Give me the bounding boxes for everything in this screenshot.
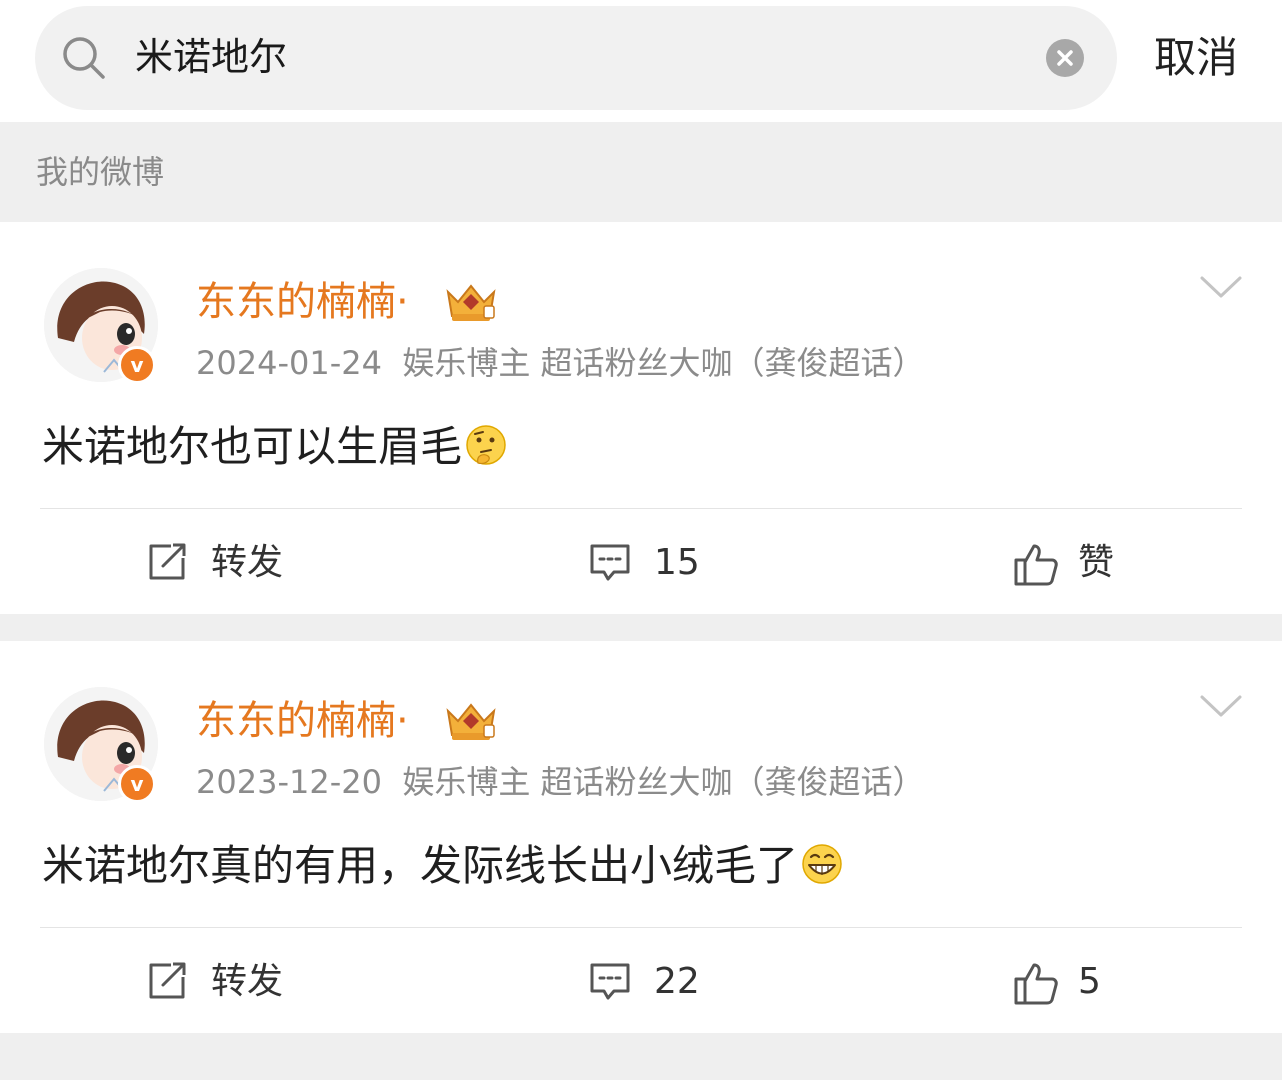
clear-icon[interactable] <box>1046 39 1084 77</box>
post-card[interactable]: v 东东的楠楠· 2024-01-24 娱乐博主 超话粉丝大咖（龚俊超话） 米诺… <box>0 222 1282 614</box>
comment-icon <box>590 963 630 1000</box>
cancel-button[interactable]: 取消 <box>1154 30 1238 86</box>
repost-icon <box>149 543 186 580</box>
divider <box>40 927 1242 928</box>
post-meta: 2023-12-20 娱乐博主 超话粉丝大咖（龚俊超话） <box>196 759 925 805</box>
verified-badge-icon: v <box>118 765 156 803</box>
post-user-tags: 娱乐博主 超话粉丝大咖（龚俊超话） <box>402 344 925 382</box>
crown-icon <box>446 284 496 321</box>
post-username[interactable]: 东东的楠楠· <box>196 693 409 749</box>
chevron-down-icon[interactable] <box>1198 272 1244 302</box>
post-username[interactable]: 东东的楠楠· <box>196 274 409 330</box>
post-card[interactable]: v 东东的楠楠· 2023-12-20 娱乐博主 超话粉丝大咖（龚俊超话） 米诺… <box>0 641 1282 1033</box>
post-text: 米诺地尔真的有用，发际线长出小绒毛了 <box>42 841 799 890</box>
post-date: 2023-12-20 <box>196 763 382 801</box>
like-count: 5 <box>1078 961 1101 1002</box>
search-query-text[interactable]: 米诺地尔 <box>135 30 287 84</box>
comment-icon <box>590 544 630 581</box>
repost-icon <box>149 962 186 999</box>
like-label: 赞 <box>1078 542 1115 583</box>
search-input[interactable]: 米诺地尔 <box>35 6 1117 110</box>
post-content[interactable]: 米诺地尔也可以生眉毛 <box>42 418 508 476</box>
post-meta: 2024-01-24 娱乐博主 超话粉丝大咖（龚俊超话） <box>196 340 925 386</box>
thinking-face-icon <box>466 425 506 465</box>
search-icon <box>63 37 105 79</box>
thumbs-up-icon <box>1014 544 1058 586</box>
grinning-face-icon <box>802 844 842 884</box>
post-date: 2024-01-24 <box>196 344 382 382</box>
comment-count: 22 <box>654 961 700 1002</box>
comment-count: 15 <box>654 542 700 583</box>
repost-label: 转发 <box>211 961 284 1002</box>
thumbs-up-icon <box>1014 963 1058 1005</box>
chevron-down-icon[interactable] <box>1198 691 1244 721</box>
crown-icon <box>446 703 496 740</box>
post-user-tags: 娱乐博主 超话粉丝大咖（龚俊超话） <box>402 763 925 801</box>
search-header: 米诺地尔 取消 <box>0 0 1282 122</box>
section-title-my-weibo: 我的微博 <box>36 153 165 191</box>
repost-label: 转发 <box>211 542 284 583</box>
verified-badge-icon: v <box>118 346 156 384</box>
post-content[interactable]: 米诺地尔真的有用，发际线长出小绒毛了 <box>42 837 844 895</box>
post-text: 米诺地尔也可以生眉毛 <box>42 422 463 471</box>
divider <box>40 508 1242 509</box>
